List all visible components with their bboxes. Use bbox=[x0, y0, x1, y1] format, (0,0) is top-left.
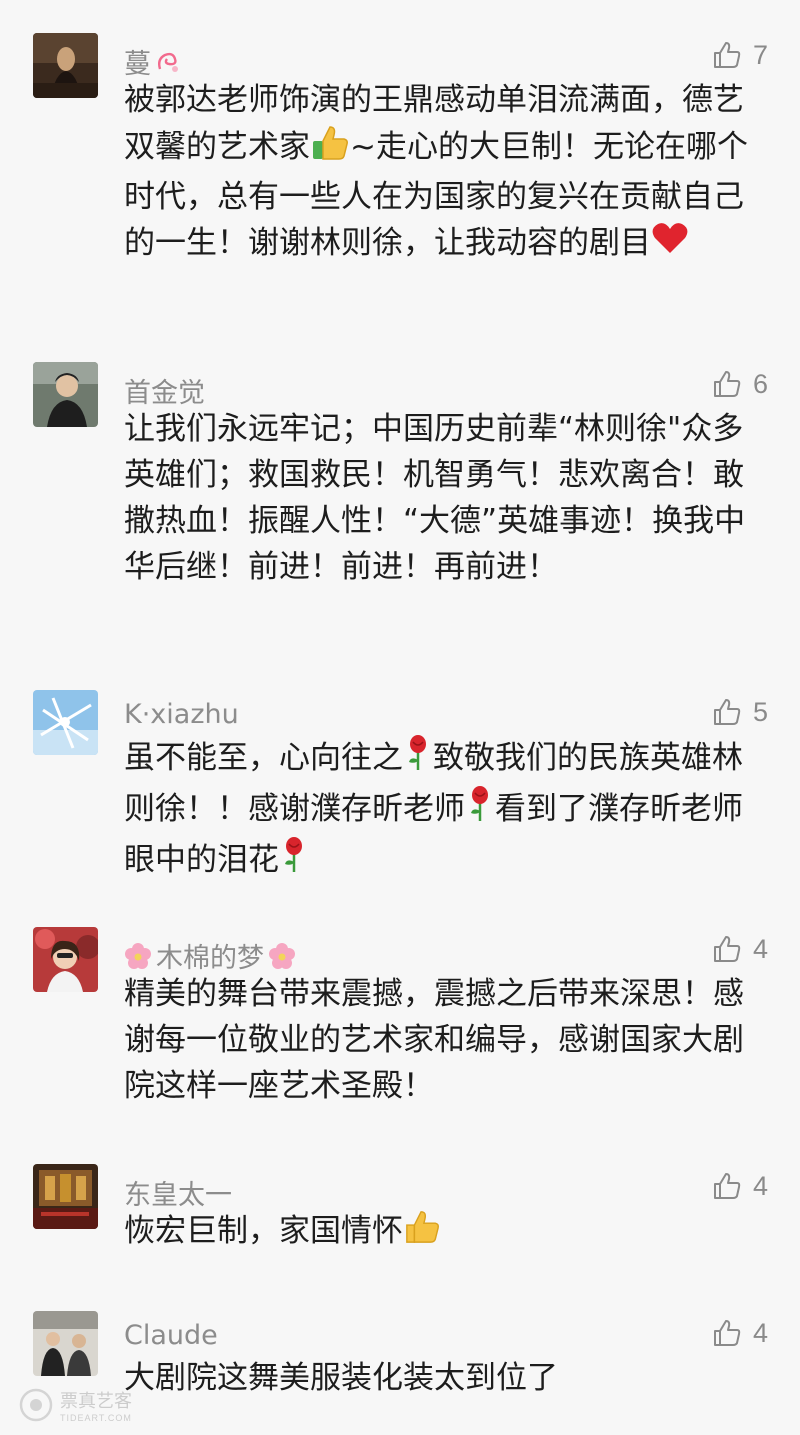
like-count: 4 bbox=[752, 933, 768, 964]
comment-text: 大剧院这舞美服装化装太到位了 bbox=[124, 1360, 558, 1396]
red-heart-icon bbox=[651, 221, 689, 268]
thumbs-up-icon bbox=[403, 1208, 441, 1257]
avatar[interactable] bbox=[33, 1311, 98, 1376]
watermark: 票真艺客 TIDEART.COM bbox=[18, 1387, 132, 1423]
like-count: 4 bbox=[752, 1317, 768, 1348]
rose-icon bbox=[279, 836, 309, 887]
like-button[interactable]: 4 bbox=[711, 1164, 768, 1208]
avatar[interactable] bbox=[33, 690, 98, 755]
like-count: 5 bbox=[752, 696, 768, 727]
username[interactable]: K·xiazhu bbox=[124, 699, 239, 730]
comment-text: 让我们永远牢记；中国历史前辈“林则徐"众多英雄们；救国救民！机智勇气！悲欢离合！… bbox=[124, 411, 746, 585]
thumbs-up-outline-icon bbox=[713, 1320, 741, 1346]
thumbs-up-outline-icon bbox=[713, 371, 741, 397]
comment-text: 恢宏巨制，家国情怀 bbox=[124, 1208, 768, 1257]
avatar[interactable] bbox=[33, 33, 98, 98]
like-button[interactable]: 4 bbox=[711, 927, 768, 971]
username[interactable]: Claude bbox=[124, 1320, 218, 1351]
thumbs-up-outline-icon bbox=[713, 936, 741, 962]
comment-list: 蔓 7 被郭达老师饰演的王鼎感动单泪流满面，德艺双馨的艺术家 ~走心的大巨制！无论… bbox=[0, 0, 800, 1435]
watermark-subtitle: TIDEART.COM bbox=[60, 1413, 132, 1423]
avatar[interactable] bbox=[33, 1164, 98, 1229]
thumbs-up-icon bbox=[310, 123, 350, 174]
like-button[interactable]: 5 bbox=[711, 690, 768, 734]
logo-icon bbox=[19, 1388, 53, 1422]
watermark-title: 票真艺客 bbox=[60, 1391, 132, 1412]
avatar[interactable] bbox=[33, 362, 98, 427]
comment-text: 虽不能至，心向往之 致敬我们的民族英雄林则徐！！感谢濮存昕老师 看到了濮存昕老师眼中… bbox=[124, 734, 768, 887]
like-button[interactable]: 6 bbox=[711, 362, 768, 406]
comment-text: 被郭达老师饰演的王鼎感动单泪流满面，德艺双馨的艺术家 ~走心的大巨制！无论在哪个时… bbox=[124, 77, 768, 268]
thumbs-up-outline-icon bbox=[713, 42, 741, 68]
comment-text: 精美的舞台带来震撼，震撼之后带来深思！感谢每一位敬业的艺术家和编导，感谢国家大剧… bbox=[124, 976, 744, 1104]
username[interactable]: 蔓 bbox=[124, 42, 181, 82]
username[interactable]: 东皇太一 bbox=[124, 1173, 232, 1212]
thumbs-up-outline-icon bbox=[713, 699, 741, 725]
like-button[interactable]: 7 bbox=[711, 33, 768, 77]
rose-icon bbox=[403, 734, 433, 785]
thumbs-up-outline-icon bbox=[713, 1173, 741, 1199]
like-count: 7 bbox=[752, 39, 768, 70]
like-count: 4 bbox=[752, 1170, 768, 1201]
avatar[interactable] bbox=[33, 927, 98, 992]
like-button[interactable]: 4 bbox=[711, 1311, 768, 1355]
username[interactable]: 首金觉 bbox=[124, 371, 205, 410]
rose-icon bbox=[465, 785, 495, 836]
like-count: 6 bbox=[752, 368, 768, 399]
